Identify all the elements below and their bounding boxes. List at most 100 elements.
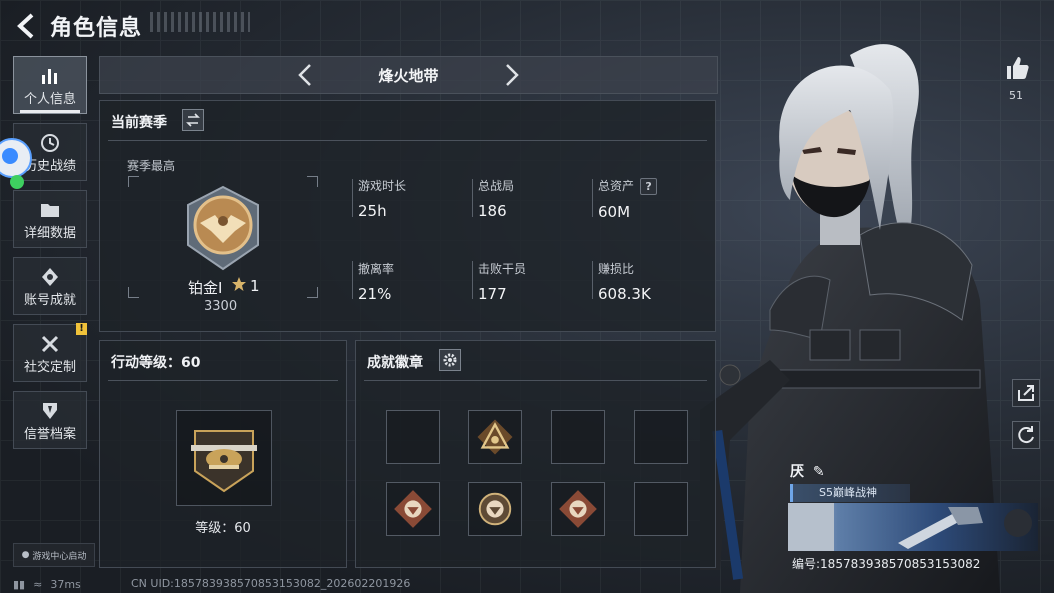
ping-value: 37ms <box>50 577 81 591</box>
stat-label-text: 总资产 <box>598 179 635 193</box>
divider <box>108 140 707 141</box>
divider <box>592 179 593 217</box>
achievement-icon <box>42 268 58 286</box>
help-icon[interactable]: ? <box>640 178 658 195</box>
stat-profit-loss-ratio: 赚损比 608.3K <box>598 260 708 303</box>
game-center-launch-button[interactable]: ● 游戏中心启动 <box>13 543 95 567</box>
mode-title: 烽火地带 <box>378 67 439 85</box>
stat-label: 赚损比 <box>598 262 635 276</box>
level-medal-frame <box>176 410 272 506</box>
stat-label: 撤离率 <box>358 262 395 276</box>
back-icon[interactable] <box>14 12 40 40</box>
share-icon <box>1018 385 1034 401</box>
divider <box>352 179 353 217</box>
switch-season-button[interactable] <box>182 109 204 131</box>
achievement-title: 成就徽章 <box>367 355 423 371</box>
round-emblem-badge-icon <box>478 492 512 526</box>
star-icon <box>232 277 246 291</box>
sidebar-item-details[interactable]: 详细数据 <box>13 190 87 248</box>
refresh-button[interactable] <box>1012 421 1040 449</box>
stat-value: 177 <box>478 285 507 303</box>
stat-label: 游戏时长 <box>358 179 407 193</box>
action-level-title: 行动等级：60 <box>111 355 201 371</box>
stat-total-matches: 总战局 186 <box>478 177 588 220</box>
stat-label: 总战局 <box>478 179 515 193</box>
triangle-badge-icon <box>477 419 513 455</box>
season-title: 当前赛季 <box>111 115 167 131</box>
divider <box>592 261 593 299</box>
player-name-row: 厌 ✎ <box>790 461 825 481</box>
share-button[interactable] <box>1012 379 1040 407</box>
stat-label: 总资产? <box>598 177 708 195</box>
edit-name-pencil-icon[interactable]: ✎ <box>813 464 825 480</box>
clock-icon <box>41 134 59 152</box>
wifi-icon: ≈ <box>33 577 43 591</box>
page-title: 角色信息 <box>50 16 143 41</box>
sidebar-item-reputation[interactable]: 信誉档案 <box>13 391 87 449</box>
name-card-banner <box>788 503 1038 551</box>
battery-icon: ▮▮ <box>13 577 26 591</box>
stat-operators-defeated: 击败干员 177 <box>478 260 588 303</box>
divider <box>472 261 473 299</box>
player-name: 厌 <box>790 464 804 480</box>
thumbs-up-icon[interactable] <box>1004 55 1030 81</box>
sidebar-item-label: 信誉档案 <box>23 427 76 442</box>
stat-total-assets: 总资产? 60M <box>598 177 708 221</box>
sidebar-item-label: 详细数据 <box>23 226 76 241</box>
game-center-icon: ● <box>21 550 30 560</box>
like-count: 51 <box>1009 89 1023 102</box>
badge-slot[interactable] <box>386 482 440 536</box>
divider <box>364 380 707 381</box>
badge-slot-empty[interactable] <box>386 410 440 464</box>
helicopter-medal-icon <box>191 430 257 493</box>
tools-icon <box>41 335 59 353</box>
bar-chart-icon <box>42 69 57 84</box>
badge-slot-empty[interactable] <box>551 410 605 464</box>
mode-selector: 烽火地带 <box>99 56 718 94</box>
player-title-tag[interactable]: S5巅峰战神 <box>790 484 910 502</box>
season-panel: 当前赛季 赛季最高 铂金I 1 3300 游戏时长 25h 总战局 186 总资 <box>99 100 716 332</box>
divider <box>352 261 353 299</box>
badge-settings-button[interactable] <box>439 349 461 371</box>
rank-score: 3300 <box>204 299 238 314</box>
level-caption: 等级：60 <box>195 521 251 536</box>
rank-name: 铂金I <box>188 279 223 297</box>
badge-slot-empty[interactable] <box>634 482 688 536</box>
shield-icon <box>43 403 57 419</box>
stat-value: 25h <box>358 202 387 220</box>
divider <box>108 380 338 381</box>
stat-extraction-rate: 撤离率 21% <box>358 260 468 303</box>
stat-value: 21% <box>358 285 392 303</box>
sidebar-item-social[interactable]: 社交定制 ! <box>13 323 87 382</box>
stat-playtime: 游戏时长 25h <box>358 177 468 220</box>
uid-line: CN UID:18578393857085315308​2_2026022019… <box>131 577 411 590</box>
badge-slot[interactable] <box>468 410 522 464</box>
stat-label: 击败干员 <box>478 262 527 276</box>
rank-medal-icon <box>187 185 259 271</box>
sidebar-item-label: 账号成就 <box>23 293 76 308</box>
badge-slot[interactable] <box>468 482 522 536</box>
wolf-badge-icon <box>559 490 597 528</box>
stat-value: 608.3K <box>598 285 651 303</box>
game-center-label: 游戏中心启动 <box>32 551 87 562</box>
wolf-badge-icon <box>394 490 432 528</box>
header-decoration <box>150 12 250 32</box>
sidebar-item-achievements[interactable]: 账号成就 <box>13 257 87 315</box>
achievement-badges-panel: 成就徽章 <box>355 340 716 568</box>
warning-badge: ! <box>76 323 87 335</box>
next-mode-chevron-icon[interactable] <box>500 62 522 88</box>
sidebar-item-label: 社交定制 <box>23 360 76 375</box>
badge-slot-empty[interactable] <box>634 410 688 464</box>
badge-slot[interactable] <box>551 482 605 536</box>
divider <box>472 179 473 217</box>
player-id[interactable]: 编号:18578393857085315308​2 <box>792 555 980 572</box>
sidebar: 个人信息 历史战绩 详细数据 账号成就 社交定制 ! 信誉档案 <box>13 56 89 458</box>
online-indicator-icon <box>10 175 24 189</box>
sidebar-item-label: 个人信息 <box>23 92 76 107</box>
refresh-icon <box>1018 426 1034 444</box>
status-bar: ▮▮ ≈ 37ms <box>13 576 81 592</box>
swap-icon <box>186 113 200 127</box>
season-best-label: 赛季最高 <box>127 159 176 173</box>
sidebar-item-profile[interactable]: 个人信息 <box>13 56 87 114</box>
stat-value: 60M <box>598 203 631 221</box>
